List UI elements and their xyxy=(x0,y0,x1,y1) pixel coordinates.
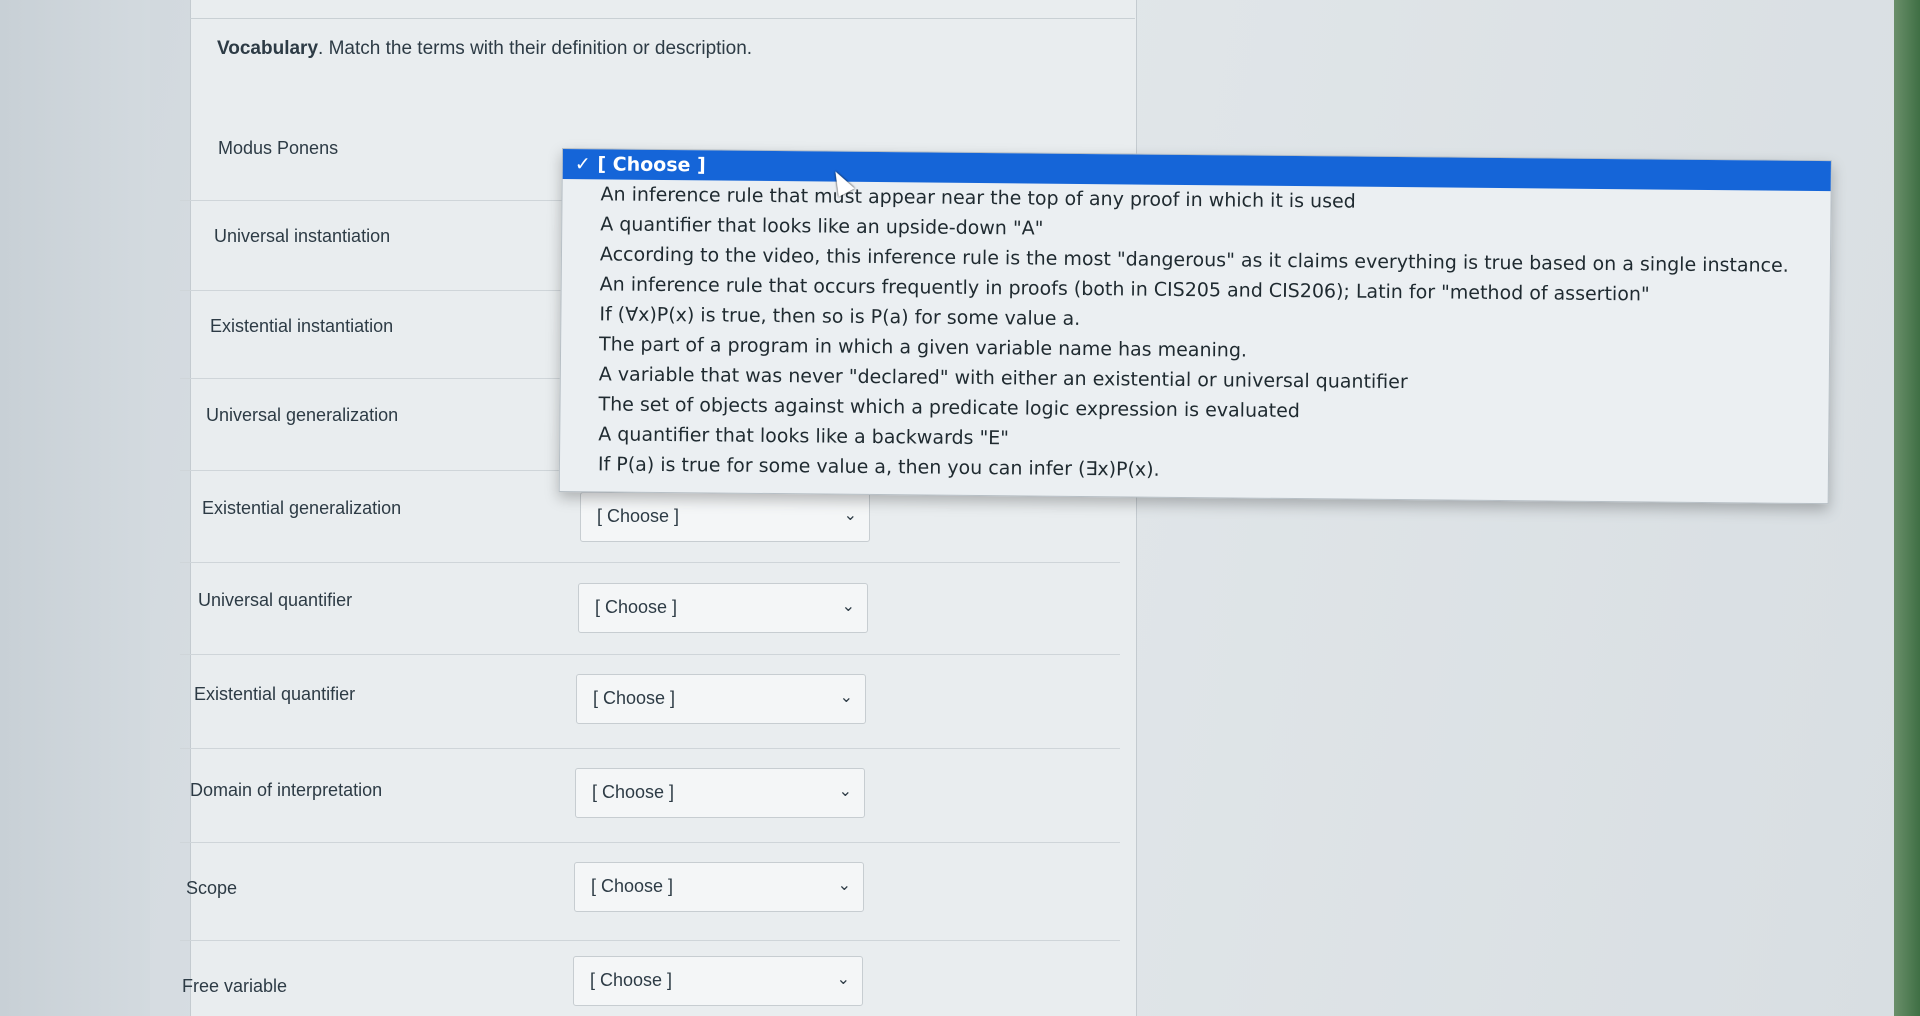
term-select[interactable]: [ Choose ] ⌄ xyxy=(578,583,868,633)
answer-dropdown-list[interactable]: ✓ [ Choose ] An inference rule that must… xyxy=(558,148,1832,505)
row-divider xyxy=(180,940,1120,941)
term-select[interactable]: [ Choose ] ⌄ xyxy=(575,768,865,818)
term-label: Modus Ponens xyxy=(218,138,339,158)
term-label: Domain of interpretation xyxy=(190,780,383,800)
row-divider xyxy=(180,842,1120,843)
term-label: Existential generalization xyxy=(202,498,402,518)
select-value: [ Choose ] xyxy=(593,688,676,708)
term-label: Scope xyxy=(186,878,238,898)
chevron-down-icon: ⌄ xyxy=(843,507,857,524)
term-label: Free variable xyxy=(182,976,288,996)
term-select[interactable]: [ Choose ] ⌄ xyxy=(573,956,863,1006)
screen: Vocabulary. Match the terms with their d… xyxy=(0,0,1920,1016)
select-value: [ Choose ] xyxy=(591,876,674,896)
monitor-edge xyxy=(1894,0,1920,1016)
chevron-down-icon: ⌄ xyxy=(839,689,853,706)
left-gutter xyxy=(0,0,150,1016)
question-instructions: Vocabulary. Match the terms with their d… xyxy=(217,38,752,60)
instructions-text: . Match the terms with their definition … xyxy=(318,38,753,59)
chevron-down-icon: ⌄ xyxy=(838,783,852,800)
select-value: [ Choose ] xyxy=(597,506,680,526)
divider xyxy=(190,18,1135,19)
row-divider xyxy=(180,748,1120,749)
select-value: [ Choose ] xyxy=(595,597,678,617)
select-value: [ Choose ] xyxy=(590,970,673,990)
term-select[interactable]: [ Choose ] ⌄ xyxy=(574,862,864,912)
term-label: Universal generalization xyxy=(206,405,399,425)
term-label: Existential quantifier xyxy=(194,684,356,704)
instructions-bold: Vocabulary xyxy=(217,38,319,59)
chevron-down-icon: ⌄ xyxy=(836,971,850,988)
term-select[interactable]: [ Choose ] ⌄ xyxy=(580,492,870,542)
term-label: Universal instantiation xyxy=(214,226,391,246)
select-value: [ Choose ] xyxy=(592,782,675,802)
chevron-down-icon: ⌄ xyxy=(841,598,855,615)
row-divider xyxy=(180,654,1120,655)
chevron-down-icon: ⌄ xyxy=(837,877,851,894)
term-select[interactable]: [ Choose ] ⌄ xyxy=(576,674,866,724)
term-label: Existential instantiation xyxy=(210,316,394,336)
term-label: Universal quantifier xyxy=(198,590,353,610)
row-divider xyxy=(180,562,1120,563)
